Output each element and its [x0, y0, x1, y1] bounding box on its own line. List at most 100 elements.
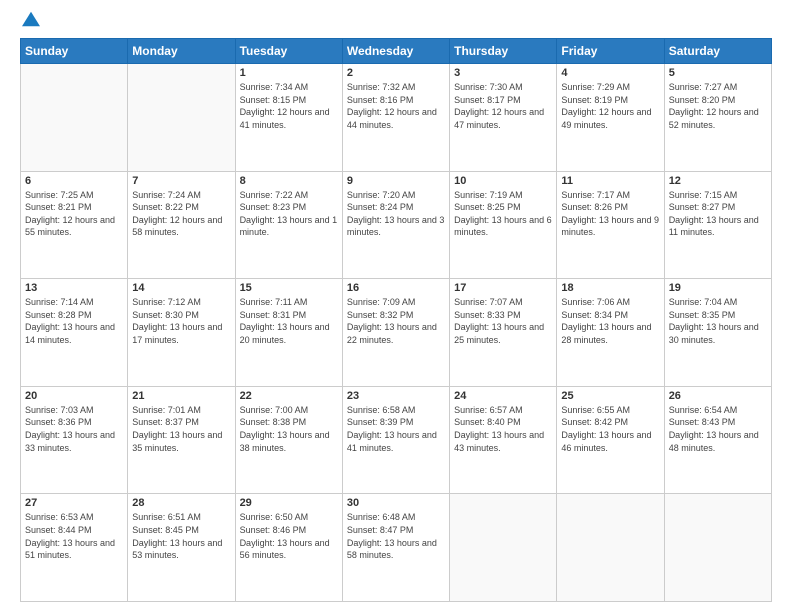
calendar-cell — [450, 494, 557, 602]
day-info: Sunrise: 7:34 AM Sunset: 8:15 PM Dayligh… — [240, 81, 338, 131]
day-info: Sunrise: 7:04 AM Sunset: 8:35 PM Dayligh… — [669, 296, 767, 346]
day-info: Sunrise: 7:14 AM Sunset: 8:28 PM Dayligh… — [25, 296, 123, 346]
day-info: Sunrise: 7:01 AM Sunset: 8:37 PM Dayligh… — [132, 404, 230, 454]
calendar-cell: 10 Sunrise: 7:19 AM Sunset: 8:25 PM Dayli… — [450, 171, 557, 279]
calendar-cell: 30Sunrise: 6:48 AM Sunset: 8:47 PM Dayli… — [342, 494, 449, 602]
day-info: Sunrise: 7:15 AM Sunset: 8:27 PM Dayligh… — [669, 189, 767, 239]
day-number: 23 — [347, 390, 445, 402]
day-number: 19 — [669, 282, 767, 294]
day-number: 25 — [561, 390, 659, 402]
day-info: Sunrise: 7:06 AM Sunset: 8:34 PM Dayligh… — [561, 296, 659, 346]
day-info: Sunrise: 7:25 AM Sunset: 8:21 PM Dayligh… — [25, 189, 123, 239]
calendar-cell: 17 Sunrise: 7:07 AM Sunset: 8:33 PM Dayli… — [450, 279, 557, 387]
calendar-cell: 6 Sunrise: 7:25 AM Sunset: 8:21 PM Daylig… — [21, 171, 128, 279]
calendar-week-row-2: 6 Sunrise: 7:25 AM Sunset: 8:21 PM Daylig… — [21, 171, 772, 279]
day-info: Sunrise: 7:17 AM Sunset: 8:26 PM Dayligh… — [561, 189, 659, 239]
day-number: 16 — [347, 282, 445, 294]
day-info: Sunrise: 6:51 AM Sunset: 8:45 PM Dayligh… — [132, 511, 230, 561]
logo-icon — [22, 10, 40, 28]
day-number: 7 — [132, 175, 230, 187]
logo-text — [20, 18, 40, 28]
day-number: 27 — [25, 497, 123, 509]
calendar-cell: 16 Sunrise: 7:09 AM Sunset: 8:32 PM Dayli… — [342, 279, 449, 387]
day-info: Sunrise: 6:50 AM Sunset: 8:46 PM Dayligh… — [240, 511, 338, 561]
day-number: 11 — [561, 175, 659, 187]
day-info: Sunrise: 7:27 AM Sunset: 8:20 PM Dayligh… — [669, 81, 767, 131]
day-number: 5 — [669, 67, 767, 79]
day-number: 21 — [132, 390, 230, 402]
header — [20, 18, 772, 28]
day-number: 26 — [669, 390, 767, 402]
day-number: 28 — [132, 497, 230, 509]
calendar-cell: 27 Sunrise: 6:53 AM Sunset: 8:44 PM Dayli… — [21, 494, 128, 602]
calendar-cell: 23 Sunrise: 6:58 AM Sunset: 8:39 PM Dayli… — [342, 386, 449, 494]
calendar-cell: 29 Sunrise: 6:50 AM Sunset: 8:46 PM Dayli… — [235, 494, 342, 602]
day-info: Sunrise: 7:22 AM Sunset: 8:23 PM Dayligh… — [240, 189, 338, 239]
day-number: 18 — [561, 282, 659, 294]
day-number: 10 — [454, 175, 552, 187]
calendar-cell: 18 Sunrise: 7:06 AM Sunset: 8:34 PM Dayli… — [557, 279, 664, 387]
day-number: 17 — [454, 282, 552, 294]
calendar-cell: 15 Sunrise: 7:11 AM Sunset: 8:31 PM Dayli… — [235, 279, 342, 387]
calendar-week-row-1: 1Sunrise: 7:34 AM Sunset: 8:15 PM Daylig… — [21, 64, 772, 172]
day-info: Sunrise: 7:09 AM Sunset: 8:32 PM Dayligh… — [347, 296, 445, 346]
day-info: Sunrise: 7:03 AM Sunset: 8:36 PM Dayligh… — [25, 404, 123, 454]
day-number: 8 — [240, 175, 338, 187]
calendar-cell — [557, 494, 664, 602]
calendar-weekday-sunday: Sunday — [21, 39, 128, 64]
calendar-cell: 28 Sunrise: 6:51 AM Sunset: 8:45 PM Dayli… — [128, 494, 235, 602]
calendar-cell: 21 Sunrise: 7:01 AM Sunset: 8:37 PM Dayli… — [128, 386, 235, 494]
calendar-cell: 1Sunrise: 7:34 AM Sunset: 8:15 PM Daylig… — [235, 64, 342, 172]
calendar-cell: 8 Sunrise: 7:22 AM Sunset: 8:23 PM Daylig… — [235, 171, 342, 279]
calendar-cell: 3Sunrise: 7:30 AM Sunset: 8:17 PM Daylig… — [450, 64, 557, 172]
day-number: 6 — [25, 175, 123, 187]
calendar-table: SundayMondayTuesdayWednesdayThursdayFrid… — [20, 38, 772, 602]
calendar-cell: 19 Sunrise: 7:04 AM Sunset: 8:35 PM Dayli… — [664, 279, 771, 387]
day-number: 22 — [240, 390, 338, 402]
calendar-cell — [21, 64, 128, 172]
calendar-cell: 5 Sunrise: 7:27 AM Sunset: 8:20 PM Daylig… — [664, 64, 771, 172]
day-info: Sunrise: 7:07 AM Sunset: 8:33 PM Dayligh… — [454, 296, 552, 346]
calendar-cell — [128, 64, 235, 172]
day-info: Sunrise: 7:29 AM Sunset: 8:19 PM Dayligh… — [561, 81, 659, 131]
day-number: 20 — [25, 390, 123, 402]
calendar-cell: 11 Sunrise: 7:17 AM Sunset: 8:26 PM Dayli… — [557, 171, 664, 279]
calendar-week-row-3: 13 Sunrise: 7:14 AM Sunset: 8:28 PM Dayli… — [21, 279, 772, 387]
calendar-week-row-4: 20 Sunrise: 7:03 AM Sunset: 8:36 PM Dayli… — [21, 386, 772, 494]
calendar-cell: 13 Sunrise: 7:14 AM Sunset: 8:28 PM Dayli… — [21, 279, 128, 387]
calendar-weekday-saturday: Saturday — [664, 39, 771, 64]
calendar-weekday-thursday: Thursday — [450, 39, 557, 64]
day-number: 4 — [561, 67, 659, 79]
calendar-cell: 25Sunrise: 6:55 AM Sunset: 8:42 PM Dayli… — [557, 386, 664, 494]
day-number: 15 — [240, 282, 338, 294]
calendar-header-row: SundayMondayTuesdayWednesdayThursdayFrid… — [21, 39, 772, 64]
calendar-cell: 22Sunrise: 7:00 AM Sunset: 8:38 PM Dayli… — [235, 386, 342, 494]
day-number: 14 — [132, 282, 230, 294]
day-info: Sunrise: 7:12 AM Sunset: 8:30 PM Dayligh… — [132, 296, 230, 346]
calendar-weekday-monday: Monday — [128, 39, 235, 64]
calendar-weekday-wednesday: Wednesday — [342, 39, 449, 64]
page: SundayMondayTuesdayWednesdayThursdayFrid… — [0, 0, 792, 612]
day-info: Sunrise: 6:57 AM Sunset: 8:40 PM Dayligh… — [454, 404, 552, 454]
day-info: Sunrise: 6:58 AM Sunset: 8:39 PM Dayligh… — [347, 404, 445, 454]
day-number: 24 — [454, 390, 552, 402]
day-number: 9 — [347, 175, 445, 187]
day-number: 29 — [240, 497, 338, 509]
calendar-weekday-friday: Friday — [557, 39, 664, 64]
calendar-week-row-5: 27 Sunrise: 6:53 AM Sunset: 8:44 PM Dayli… — [21, 494, 772, 602]
day-info: Sunrise: 7:20 AM Sunset: 8:24 PM Dayligh… — [347, 189, 445, 239]
calendar-cell: 20 Sunrise: 7:03 AM Sunset: 8:36 PM Dayli… — [21, 386, 128, 494]
calendar-cell: 2Sunrise: 7:32 AM Sunset: 8:16 PM Daylig… — [342, 64, 449, 172]
day-info: Sunrise: 7:11 AM Sunset: 8:31 PM Dayligh… — [240, 296, 338, 346]
calendar-cell: 9 Sunrise: 7:20 AM Sunset: 8:24 PM Daylig… — [342, 171, 449, 279]
day-info: Sunrise: 6:53 AM Sunset: 8:44 PM Dayligh… — [25, 511, 123, 561]
day-number: 13 — [25, 282, 123, 294]
calendar-cell: 14 Sunrise: 7:12 AM Sunset: 8:30 PM Dayli… — [128, 279, 235, 387]
calendar-cell: 12Sunrise: 7:15 AM Sunset: 8:27 PM Dayli… — [664, 171, 771, 279]
calendar-cell: 24 Sunrise: 6:57 AM Sunset: 8:40 PM Dayli… — [450, 386, 557, 494]
day-info: Sunrise: 6:54 AM Sunset: 8:43 PM Dayligh… — [669, 404, 767, 454]
calendar-cell: 7Sunrise: 7:24 AM Sunset: 8:22 PM Daylig… — [128, 171, 235, 279]
calendar-body: 1Sunrise: 7:34 AM Sunset: 8:15 PM Daylig… — [21, 64, 772, 602]
day-info: Sunrise: 7:19 AM Sunset: 8:25 PM Dayligh… — [454, 189, 552, 239]
day-number: 2 — [347, 67, 445, 79]
